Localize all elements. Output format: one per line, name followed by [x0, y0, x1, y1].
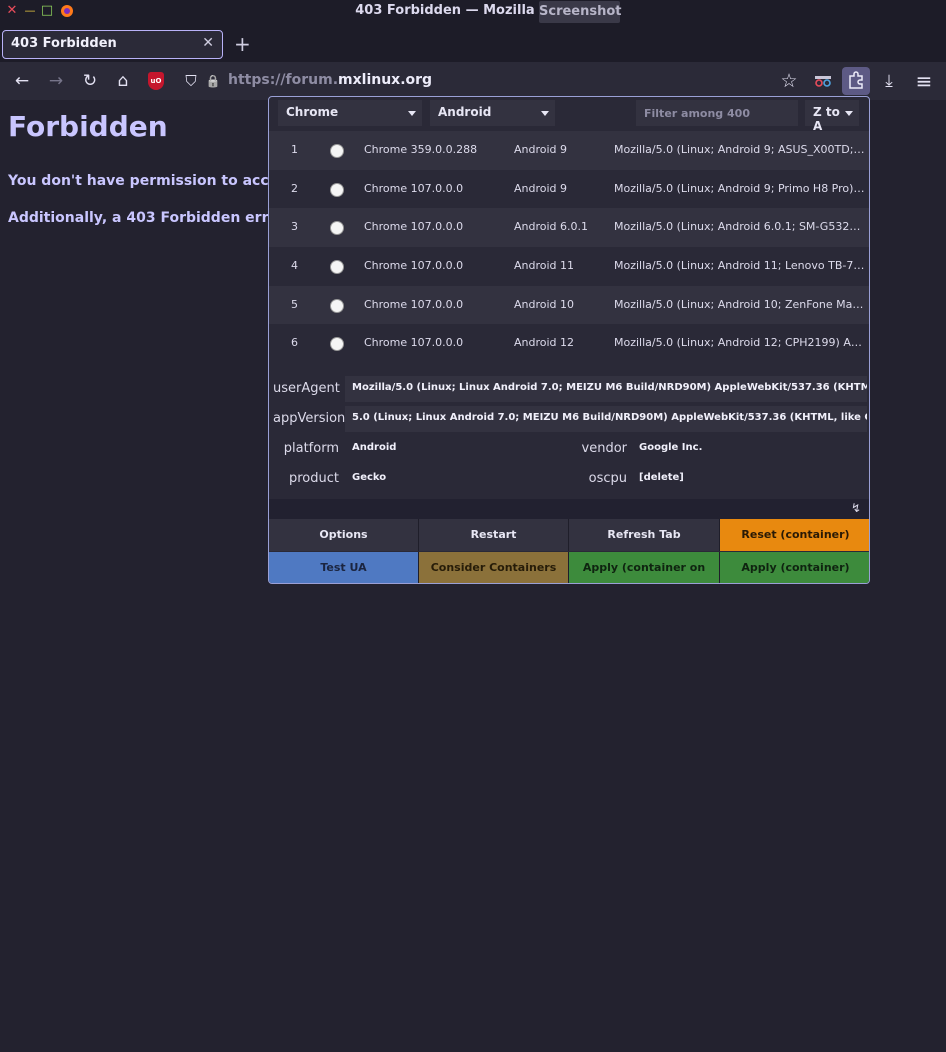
- ublock-origin-icon[interactable]: uO: [148, 72, 164, 90]
- puzzle-piece-icon: [849, 71, 863, 89]
- tab-forbidden[interactable]: 403 Forbidden ✕: [2, 30, 223, 59]
- row-index: 6: [291, 336, 298, 350]
- row-browser: Chrome 107.0.0.0: [364, 181, 464, 195]
- window-title: 403 Forbidden — Mozilla Firefox: [355, 3, 591, 18]
- row-radio[interactable]: [330, 182, 344, 197]
- table-row[interactable]: 6 Chrome 107.0.0.0 Android 12 Mozilla/5.…: [269, 324, 869, 363]
- navigator-properties: userAgent Mozilla/5.0 (Linux; Linux Andr…: [269, 364, 869, 499]
- product-field[interactable]: Gecko: [345, 466, 565, 492]
- tab-strip: 403 Forbidden ✕ +: [0, 24, 946, 62]
- row-os: Android 12: [514, 336, 575, 350]
- platform-field[interactable]: Android: [345, 436, 565, 462]
- vendor-label: vendor: [581, 441, 627, 456]
- status-strip: ↯: [269, 499, 869, 519]
- row-os: Android 11: [514, 259, 575, 273]
- refresh-tab-button[interactable]: Refresh Tab: [569, 519, 720, 551]
- chevron-down-icon: [541, 111, 549, 116]
- row-radio[interactable]: [330, 337, 344, 352]
- row-browser: Chrome 359.0.0.288: [364, 143, 478, 156]
- bookmark-star-icon[interactable]: ☆: [778, 70, 800, 92]
- downloads-icon[interactable]: ⤓: [878, 70, 900, 92]
- additional-message: Additionally, a 403 Forbidden error w: [8, 210, 303, 226]
- chevron-down-icon: [845, 111, 853, 116]
- test-ua-button[interactable]: Test UA: [269, 552, 419, 583]
- row-radio[interactable]: [330, 144, 344, 158]
- row-radio[interactable]: [330, 260, 344, 275]
- reset-container-button[interactable]: Reset (container): [720, 519, 869, 551]
- apply-container-window-button[interactable]: Apply (container on window): [569, 552, 720, 583]
- lock-icon[interactable]: 🔒: [202, 70, 224, 92]
- row-browser: Chrome 107.0.0.0: [364, 336, 464, 350]
- apply-container-button[interactable]: Apply (container): [720, 552, 869, 583]
- table-row[interactable]: 2 Chrome 107.0.0.0 Android 9 Mozilla/5.0…: [269, 170, 869, 209]
- appversion-field[interactable]: 5.0 (Linux; Linux Android 7.0; MEIZU M6 …: [345, 406, 867, 432]
- useragent-field[interactable]: Mozilla/5.0 (Linux; Linux Android 7.0; M…: [345, 376, 867, 402]
- lightning-icon[interactable]: ↯: [851, 501, 861, 515]
- extensions-button[interactable]: [842, 67, 870, 95]
- close-tab-icon[interactable]: ✕: [202, 35, 214, 51]
- row-browser: Chrome 107.0.0.0: [364, 220, 464, 234]
- row-index: 3: [291, 220, 298, 234]
- row-index: 5: [291, 297, 298, 311]
- url-bar[interactable]: ⛉ 🔒 https://forum.mxlinux.org: [180, 67, 780, 95]
- url-text: https://forum.mxlinux.org: [228, 72, 433, 88]
- filter-input[interactable]: Filter among 400: [636, 100, 798, 126]
- row-browser: Chrome 107.0.0.0: [364, 259, 464, 273]
- restart-button[interactable]: Restart: [419, 519, 569, 551]
- oscpu-label: oscpu: [588, 471, 627, 486]
- row-os: Android 9: [514, 181, 568, 195]
- tab-label: 403 Forbidden: [11, 36, 117, 51]
- appversion-label: appVersion: [273, 411, 346, 426]
- navigation-bar: ← → ↻ ⌂ uO ⛉ 🔒 https://forum.mxlinux.org…: [0, 62, 946, 100]
- forward-icon[interactable]: →: [45, 70, 67, 92]
- user-agent-list: 1 Chrome 359.0.0.288 Android 9 Mozilla/5…: [269, 131, 869, 363]
- new-tab-icon[interactable]: +: [234, 32, 251, 56]
- row-browser: Chrome 107.0.0.0: [364, 297, 464, 311]
- window-titlebar: ✕ — □ 403 Forbidden — Mozilla Firefox Sc…: [0, 0, 946, 24]
- permission-message: You don't have permission to access t: [8, 173, 307, 189]
- sort-select[interactable]: Z to A: [805, 100, 859, 133]
- options-button[interactable]: Options: [269, 519, 419, 551]
- screenshot-overlay-label: Screenshot: [539, 1, 622, 23]
- row-os: Android 10: [514, 297, 575, 311]
- table-row[interactable]: 3 Chrome 107.0.0.0 Android 6.0.1 Mozilla…: [269, 208, 869, 248]
- row-os: Android 6.0.1: [514, 220, 589, 234]
- chevron-down-icon: [408, 111, 416, 116]
- row-useragent: Mozilla/5.0 (Linux; Android 10; ZenFone …: [614, 297, 866, 311]
- table-row[interactable]: 4 Chrome 107.0.0.0 Android 11 Mozilla/5.…: [269, 247, 869, 286]
- row-useragent: Mozilla/5.0 (Linux; Android 11; Lenovo T…: [614, 259, 866, 273]
- row-radio[interactable]: [330, 298, 344, 313]
- row-useragent: Mozilla/5.0 (Linux; Android 12; CPH2199)…: [614, 336, 866, 350]
- page-title: Forbidden: [8, 110, 168, 143]
- os-select[interactable]: Android: [430, 100, 555, 126]
- table-row[interactable]: 5 Chrome 107.0.0.0 Android 10 Mozilla/5.…: [269, 285, 869, 325]
- consider-containers-button[interactable]: Consider Containers: [419, 552, 569, 583]
- vendor-field[interactable]: Google Inc.: [632, 436, 867, 462]
- user-agent-switcher-popup: Chrome Android Filter among 400 Z to A 1…: [268, 96, 870, 584]
- row-useragent: Mozilla/5.0 (Linux; Android 6.0.1; SM-G5…: [614, 220, 866, 234]
- row-useragent: Mozilla/5.0 (Linux; Android 9; Primo H8 …: [614, 181, 866, 195]
- platform-label: platform: [283, 441, 339, 456]
- app-menu-icon[interactable]: ≡: [913, 70, 935, 92]
- row-useragent: Mozilla/5.0 (Linux; Android 9; ASUS_X00T…: [614, 143, 866, 156]
- table-row[interactable]: 1 Chrome 359.0.0.288 Android 9 Mozilla/5…: [269, 131, 869, 170]
- oscpu-field[interactable]: [delete]: [632, 466, 867, 492]
- back-icon[interactable]: ←: [11, 70, 33, 92]
- useragent-label: userAgent: [273, 381, 340, 396]
- home-icon[interactable]: ⌂: [112, 70, 134, 92]
- browser-select[interactable]: Chrome: [278, 100, 422, 126]
- row-index: 2: [291, 181, 298, 195]
- spy-extension-icon[interactable]: [812, 70, 834, 92]
- row-index: 4: [291, 259, 298, 273]
- row-radio[interactable]: [330, 221, 344, 236]
- reload-icon[interactable]: ↻: [79, 70, 101, 92]
- product-label: product: [288, 471, 339, 486]
- row-os: Android 9: [514, 143, 568, 156]
- tracking-shield-icon[interactable]: ⛉: [180, 70, 202, 92]
- row-index: 1: [291, 143, 298, 156]
